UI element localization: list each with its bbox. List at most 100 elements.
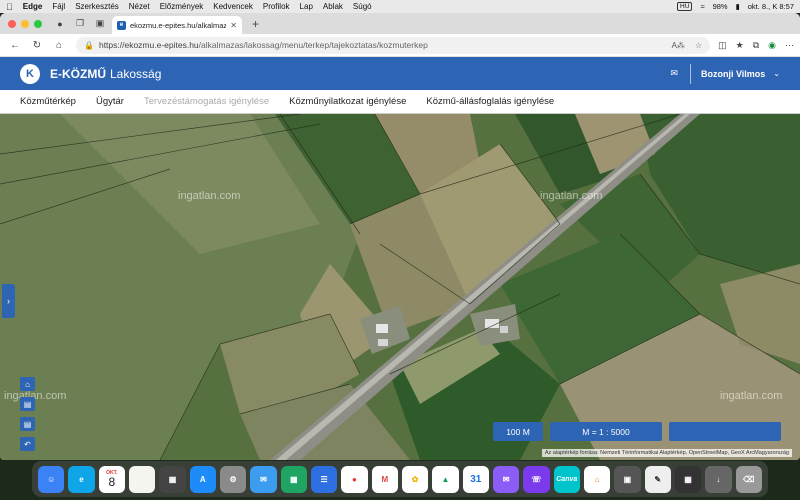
google-calendar-icon[interactable]: 31: [462, 465, 489, 493]
menu-file[interactable]: Fájl: [52, 2, 65, 11]
docs-icon[interactable]: ☰: [310, 465, 338, 493]
nav-tervezestamogatas: Tervezéstámogatás igénylése: [143, 96, 270, 107]
nav-ugytar[interactable]: Ügytár: [96, 96, 124, 107]
read-aloud-icon[interactable]: A⁂: [672, 41, 685, 50]
list-icon: ▤: [23, 419, 32, 429]
mail-icon[interactable]: ✉: [670, 68, 678, 79]
user-name[interactable]: Bozonji Vilmos: [701, 69, 765, 79]
app-header: K E-KÖZMŰ Lakosság ✉ Bozonji Vilmos ⌄: [0, 57, 800, 90]
gmail-icon[interactable]: M: [371, 465, 398, 493]
mail-app-icon[interactable]: ✉: [250, 465, 277, 493]
undo-icon: ↶: [24, 439, 31, 449]
menu-help[interactable]: Súgó: [353, 2, 372, 11]
ekozmu-logo[interactable]: K: [20, 63, 40, 84]
new-tab-icon[interactable]: +: [252, 17, 259, 31]
sheets-icon[interactable]: ▦: [280, 465, 307, 493]
watermark-4: ingatlan.com: [720, 390, 783, 402]
viber-icon[interactable]: ☏: [523, 465, 550, 493]
split-screen-icon[interactable]: ◫: [718, 40, 727, 51]
menu-tab[interactable]: Lap: [300, 2, 313, 11]
more-menu-icon[interactable]: ⋯: [785, 40, 794, 51]
launchpad-icon[interactable]: ▦: [159, 465, 186, 493]
notes-icon[interactable]: [128, 465, 156, 493]
nav-kozmu-allasfoglalas[interactable]: Közmű-állásfoglalás igénylése: [426, 96, 554, 107]
home-view-button[interactable]: ⌂: [20, 377, 35, 391]
preview-icon[interactable]: ▣: [614, 465, 641, 493]
layers-icon: ▤: [23, 399, 32, 409]
close-window-button[interactable]: [8, 19, 16, 28]
home-icon[interactable]: ⌂: [50, 36, 68, 54]
back-icon[interactable]: ←: [6, 36, 24, 54]
battery-percent[interactable]: 98%: [713, 2, 728, 11]
downloads-folder-icon[interactable]: ↓: [705, 465, 732, 493]
maps-icon[interactable]: ●: [341, 465, 368, 493]
edge-icon[interactable]: e: [68, 465, 95, 493]
canva-icon[interactable]: Canva: [553, 465, 580, 493]
tab-bar: ● ❐ ▣ e ekozmu.e-epites.hu/alkalmazas...…: [0, 13, 800, 34]
system-settings-icon[interactable]: ⚙: [219, 465, 247, 493]
menu-profiles[interactable]: Profilok: [263, 2, 290, 11]
collections-toolbar-icon[interactable]: ⧉: [753, 40, 759, 51]
satellite-map[interactable]: ingatlan.com ingatlan.com ingatlan.com i…: [0, 114, 800, 460]
header-divider: [689, 63, 691, 84]
textedit-icon[interactable]: ✎: [644, 465, 671, 493]
url-path: /alkalmazas/lakossag/menu/terkep/tajekoz…: [198, 40, 428, 50]
battery-icon[interactable]: ▮: [736, 2, 740, 11]
chevron-right-icon: ›: [7, 296, 10, 306]
menu-edit[interactable]: Szerkesztés: [75, 2, 119, 11]
home-icon: ⌂: [25, 379, 30, 389]
nav-kozmunyilatkozat[interactable]: Közműnyilatkozat igénylése: [289, 96, 406, 107]
brand-name: E-KÖZMŰ: [50, 66, 106, 81]
menu-history[interactable]: Előzmények: [160, 2, 204, 11]
drive-icon[interactable]: ▲: [432, 465, 459, 493]
calendar-icon[interactable]: OKT. 8: [98, 465, 125, 493]
sidebar-expand-button[interactable]: ›: [2, 284, 15, 318]
close-tab-icon[interactable]: ✕: [230, 21, 237, 30]
refresh-icon[interactable]: ↻: [28, 36, 46, 54]
map-imagery: [0, 114, 800, 460]
chevron-down-icon[interactable]: ⌄: [773, 69, 780, 78]
menu-window[interactable]: Ablak: [323, 2, 343, 11]
finder-icon[interactable]: ☺: [38, 465, 65, 493]
apple-menu-icon[interactable]: : [6, 2, 13, 12]
url-field[interactable]: 🔒 https://ekozmu.e-epites.hu/alkalmazas/…: [76, 36, 711, 54]
messenger-icon[interactable]: ✉: [492, 465, 520, 493]
home-app-icon[interactable]: ⌂: [583, 465, 611, 493]
nav-kozmuterkep[interactable]: Közműtérkép: [20, 96, 76, 107]
scale-bar-button[interactable]: 100 M: [493, 422, 543, 441]
extension-icon[interactable]: ◉: [768, 40, 776, 51]
brand-subtitle: Lakosság: [110, 66, 162, 81]
minimize-window-button[interactable]: [21, 19, 29, 28]
trash-icon[interactable]: ⌫: [735, 465, 762, 493]
layers-button[interactable]: ▤: [20, 397, 35, 411]
watermark-3: ingatlan.com: [4, 390, 67, 402]
wifi-icon[interactable]: ≈: [700, 2, 704, 11]
app-store-icon[interactable]: A: [189, 465, 216, 493]
list-button[interactable]: ▤: [20, 417, 35, 431]
site-favicon-icon: e: [117, 20, 126, 30]
tab-actions-icon[interactable]: ▣: [92, 17, 108, 31]
undo-button[interactable]: ↶: [20, 437, 35, 451]
window-controls: [8, 19, 42, 28]
calendar-day: 8: [108, 474, 116, 489]
zoom-window-button[interactable]: [34, 19, 42, 28]
lock-icon[interactable]: 🔒: [84, 41, 94, 50]
favorite-star-icon[interactable]: ☆: [695, 41, 702, 50]
macos-dock: ☺ e OKT. 8 ▦ A ⚙ ✉ ▦ ☰ ● M ✿ ▲ 31 ✉ ☏ Ca…: [32, 461, 768, 497]
address-bar-row: ← ↻ ⌂ 🔒 https://ekozmu.e-epites.hu/alkal…: [0, 34, 800, 57]
favorites-icon[interactable]: ★: [736, 40, 744, 51]
collections-icon[interactable]: ❐: [72, 17, 88, 31]
app-menu[interactable]: Edge: [23, 2, 43, 11]
input-source-badge[interactable]: HU: [677, 2, 693, 11]
map-attribution: Az alaptérkép forrása: Nemzeti Térinform…: [541, 449, 792, 457]
profile-avatar-icon[interactable]: ●: [52, 17, 68, 31]
menu-view[interactable]: Nézet: [129, 2, 150, 11]
photos-icon[interactable]: ✿: [401, 465, 429, 493]
menu-favorites[interactable]: Kedvencek: [213, 2, 253, 11]
active-tab[interactable]: e ekozmu.e-epites.hu/alkalmazas... ✕: [112, 16, 242, 34]
calculator-icon[interactable]: ▦: [674, 465, 702, 493]
watermark-2: ingatlan.com: [540, 190, 603, 202]
scale-ratio-button[interactable]: M = 1 : 5000: [550, 422, 662, 441]
coordinate-display-button[interactable]: [669, 422, 781, 441]
clock[interactable]: okt. 8., K 8:57: [748, 2, 794, 11]
